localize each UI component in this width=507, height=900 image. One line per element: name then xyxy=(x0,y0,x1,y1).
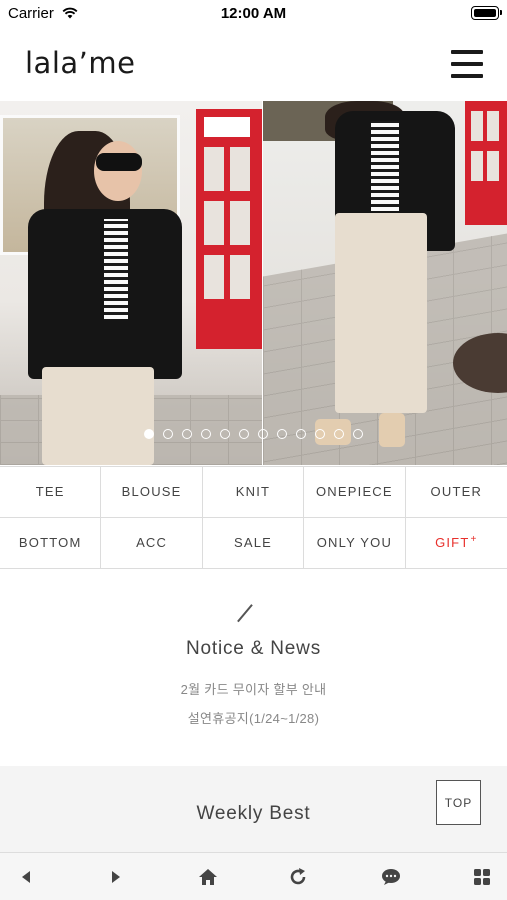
carousel-dot[interactable] xyxy=(239,429,249,439)
category-acc[interactable]: ACC xyxy=(101,517,203,568)
home-icon[interactable] xyxy=(196,865,220,889)
carousel-pagination xyxy=(0,426,507,444)
category-label: GIFT xyxy=(435,535,470,551)
clock: 12:00 AM xyxy=(220,5,287,22)
banner-photo-left xyxy=(0,101,262,465)
carousel-dot[interactable] xyxy=(258,429,268,439)
category-label: BLOUSE xyxy=(121,484,182,500)
grid-icon[interactable] xyxy=(470,865,494,889)
notice-section: Notice & News 2월 카드 무이자 할부 안내 설연휴공지(1/24… xyxy=(0,570,507,765)
category-gift[interactable]: GIFT + xyxy=(406,518,507,569)
battery-icon xyxy=(471,6,502,20)
carousel-dot[interactable] xyxy=(296,429,306,439)
category-label: ONEPIECE xyxy=(315,484,393,500)
carousel-dot[interactable] xyxy=(220,429,230,439)
weekly-best-title: Weekly Best xyxy=(196,803,311,824)
notice-item[interactable]: 2월 카드 무이자 할부 안내 xyxy=(0,679,507,698)
weekly-best-section: Weekly Best TOP xyxy=(0,766,507,852)
carousel-dot[interactable] xyxy=(315,429,325,439)
category-onepiece[interactable]: ONEPIECE xyxy=(304,467,406,518)
category-grid: TEE BLOUSE KNIT ONEPIECE OUTER BOTTOM ACC SALE O… xyxy=(0,466,507,569)
category-label: SALE xyxy=(233,535,273,551)
refresh-icon[interactable] xyxy=(286,865,310,889)
carousel-dot[interactable] xyxy=(353,429,363,439)
category-knit[interactable]: KNIT xyxy=(202,467,305,518)
chat-icon[interactable] xyxy=(379,865,403,889)
category-tee[interactable]: TEE xyxy=(0,467,102,518)
category-label: ACC xyxy=(136,535,168,551)
bottom-nav-bar xyxy=(0,852,507,900)
status-bar: Carrier 12:00 AM xyxy=(0,0,507,28)
divider-slash xyxy=(237,604,253,622)
category-label: TEE xyxy=(35,484,65,500)
category-blouse[interactable]: BLOUSE xyxy=(101,467,203,518)
notice-item[interactable]: 설연휴공지(1/24~1/28) xyxy=(0,708,507,727)
carousel-dot[interactable] xyxy=(163,429,173,439)
notice-title: Notice & News xyxy=(186,638,321,659)
forward-icon[interactable] xyxy=(104,865,128,889)
scroll-top-button[interactable]: TOP xyxy=(436,780,481,825)
category-label: ONLY YOU xyxy=(316,535,393,551)
category-label: KNIT xyxy=(235,484,271,500)
category-outer[interactable]: OUTER xyxy=(405,467,507,518)
category-bottom[interactable]: BOTTOM xyxy=(0,517,102,568)
app-header: lala’me xyxy=(0,28,507,100)
carousel-dot[interactable] xyxy=(334,429,344,439)
banner-carousel[interactable] xyxy=(0,101,507,465)
banner-photo-right xyxy=(263,101,507,465)
brand-logo[interactable]: lala’me xyxy=(25,46,135,80)
plus-badge: + xyxy=(470,534,478,546)
back-icon[interactable] xyxy=(14,865,38,889)
hamburger-menu-icon[interactable] xyxy=(451,50,483,78)
carousel-dot[interactable] xyxy=(144,429,154,439)
category-sale[interactable]: SALE xyxy=(203,517,305,568)
category-label: BOTTOM xyxy=(18,535,82,551)
carousel-dot[interactable] xyxy=(277,429,287,439)
carousel-dot[interactable] xyxy=(182,429,192,439)
category-only-you[interactable]: ONLY YOU xyxy=(304,517,406,568)
category-label: OUTER xyxy=(430,484,483,500)
carousel-dot[interactable] xyxy=(201,429,211,439)
